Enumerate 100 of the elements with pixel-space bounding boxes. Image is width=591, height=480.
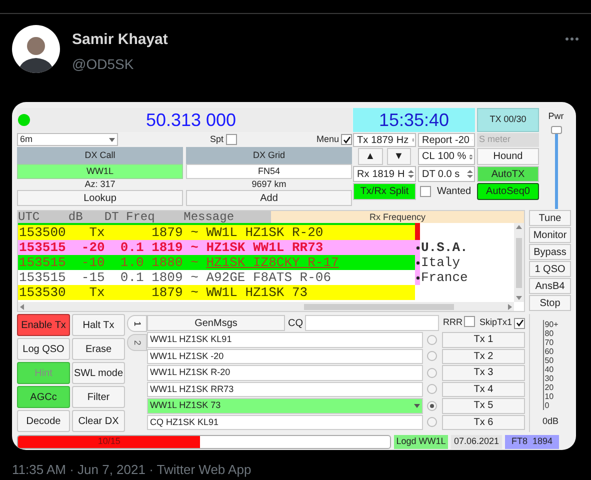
date-status: 07.06.2021: [451, 435, 502, 449]
avatar[interactable]: [12, 25, 60, 73]
mode-status: FT8 1894: [505, 435, 559, 449]
scroll-up-icon[interactable]: [516, 225, 522, 229]
meter-scale-label: 50: [544, 356, 555, 365]
checkbox[interactable]: [464, 316, 476, 327]
arrow-button[interactable]: ▼: [386, 148, 411, 165]
radio-button[interactable]: [427, 417, 437, 428]
message-tab[interactable]: 2: [127, 334, 147, 351]
checkbox[interactable]: [420, 186, 431, 197]
lookup-button[interactable]: Lookup: [17, 190, 183, 206]
bullet-icon: [416, 276, 420, 280]
country-label: Italy: [421, 255, 460, 270]
side-button[interactable]: Bypass: [529, 244, 571, 260]
radio-button[interactable]: [427, 384, 437, 394]
split-button[interactable]: Tx/Rx Split: [353, 183, 416, 200]
radio-button[interactable]: [427, 334, 437, 345]
frequency-display: 50.313 000: [144, 111, 238, 129]
control-button[interactable]: Erase: [72, 338, 125, 360]
message-field[interactable]: WW1L HZ1SK -20: [147, 348, 423, 364]
checkbox[interactable]: [341, 134, 352, 145]
arrow-button[interactable]: ▲: [358, 148, 382, 165]
meter-scale-label: 80: [544, 329, 555, 338]
tx-message-button[interactable]: Tx 1: [442, 332, 525, 348]
country-label: U.S.A.: [421, 240, 468, 255]
tx-message-button[interactable]: Tx 4: [442, 382, 525, 397]
meter-scale-label: 30: [544, 374, 555, 383]
cq-label: CQ: [288, 316, 303, 330]
s-meter-label: S meter: [477, 133, 539, 147]
side-button[interactable]: Monitor: [529, 227, 571, 243]
menu-label: Menu: [316, 132, 339, 146]
dx-call-header: DX Call: [17, 147, 183, 164]
message-field[interactable]: WW1L HZ1SK RR73: [147, 382, 423, 397]
dt-spinner[interactable]: DT 0.0 s: [418, 166, 475, 182]
dx-grid-field[interactable]: FN54: [186, 164, 352, 179]
skip-tx1-label: SkipTx1: [479, 316, 512, 330]
cl-spinner[interactable]: CL 100 %: [418, 148, 475, 165]
cq-field[interactable]: [304, 315, 439, 331]
control-button[interactable]: SWL mode: [72, 362, 125, 384]
azimuth-label: Az: 317: [84, 179, 116, 190]
tx-message-button[interactable]: Tx 3: [442, 365, 525, 380]
logged-status: Logd WW1L: [394, 435, 448, 449]
message-tab[interactable]: 1: [127, 315, 147, 332]
tx-frequency-spinner[interactable]: Tx 1879 Hz: [353, 133, 416, 147]
message-field[interactable]: CQ HZ1SK KL91: [147, 414, 423, 430]
side-button[interactable]: Tune: [529, 210, 571, 226]
control-button[interactable]: Log QSO: [17, 338, 70, 360]
clock-display: 15:35:40: [353, 108, 475, 132]
checkbox[interactable]: [226, 134, 237, 145]
add-button[interactable]: Add: [186, 190, 352, 206]
tx-message-button[interactable]: Tx 5: [442, 398, 525, 414]
radio-button[interactable]: [427, 351, 437, 362]
wanted-label: Wanted: [437, 185, 472, 199]
meter-scale-label: 70: [544, 338, 555, 347]
more-icon[interactable]: [565, 37, 579, 41]
vertical-scrollbar[interactable]: [514, 223, 524, 302]
meter-scale-label: 60: [544, 347, 555, 356]
control-button[interactable]: Halt Tx: [72, 314, 125, 336]
message-field[interactable]: WW1L HZ1SK KL91: [147, 332, 423, 348]
meter-reading: 0dB: [542, 415, 558, 428]
radio-button[interactable]: [427, 368, 437, 378]
dx-call-field[interactable]: WW1L: [17, 164, 183, 179]
rrr-label: RRR: [442, 316, 462, 330]
tx-message-button[interactable]: Tx 2: [442, 348, 525, 364]
checkbox[interactable]: [514, 318, 525, 328]
horizontal-scrollbar[interactable]: [18, 302, 514, 311]
side-button[interactable]: 1 QSO: [529, 261, 571, 277]
control-button[interactable]: Decode: [17, 410, 70, 432]
scroll-down-icon[interactable]: [516, 296, 522, 300]
auto-sequence-button[interactable]: AutoSeq0: [477, 183, 539, 200]
auto-tx-button[interactable]: AutoTX: [477, 166, 539, 182]
report-spinner[interactable]: Report -20: [418, 133, 475, 147]
tx-message-button[interactable]: Tx 6: [442, 414, 525, 430]
band-dropdown[interactable]: 6m: [17, 133, 118, 146]
hound-button[interactable]: Hound: [477, 148, 539, 165]
genmsgs-button[interactable]: GenMsgs: [147, 315, 285, 331]
status-dot-icon: [18, 114, 30, 126]
spot-label: Spt: [210, 132, 224, 146]
message-field[interactable]: WW1L HZ1SK 73: [147, 398, 423, 414]
radio-button[interactable]: [427, 400, 437, 411]
control-button[interactable]: Clear DX: [72, 410, 125, 432]
scroll-right-icon[interactable]: [508, 304, 512, 310]
meter-scale-label: 10: [544, 392, 555, 401]
tx-counter-button[interactable]: TX 00/30: [477, 108, 539, 132]
control-button[interactable]: AGCc: [17, 386, 70, 408]
control-button[interactable]: Enable Tx: [17, 314, 70, 336]
message-field[interactable]: WW1L HZ1SK R-20: [147, 365, 423, 380]
dropdown-arrow-icon[interactable]: [414, 404, 420, 408]
decode-row[interactable]: 153500 Tx 1879 ~ WW1L HZ1SK R-20: [18, 225, 415, 240]
side-button[interactable]: AnsB4: [529, 278, 571, 294]
author-handle: @OD5SK: [72, 54, 135, 74]
decode-row[interactable]: 153530 Tx 1879 ~ WW1L HZ1SK 73: [18, 285, 415, 300]
rx-frequency-header: Rx Frequency: [271, 211, 524, 223]
side-button[interactable]: Stop: [529, 295, 571, 311]
scroll-left-icon[interactable]: [20, 304, 24, 310]
decode-row[interactable]: 153515 -10 1.0 1880 ~ HZ1SK IZ8CKY R-17: [18, 255, 415, 270]
rx-frequency-spinner[interactable]: Rx 1819 H: [353, 166, 416, 182]
power-slider[interactable]: [550, 126, 562, 209]
control-button[interactable]: Filter: [72, 386, 125, 408]
dx-grid-header: DX Grid: [186, 147, 352, 164]
